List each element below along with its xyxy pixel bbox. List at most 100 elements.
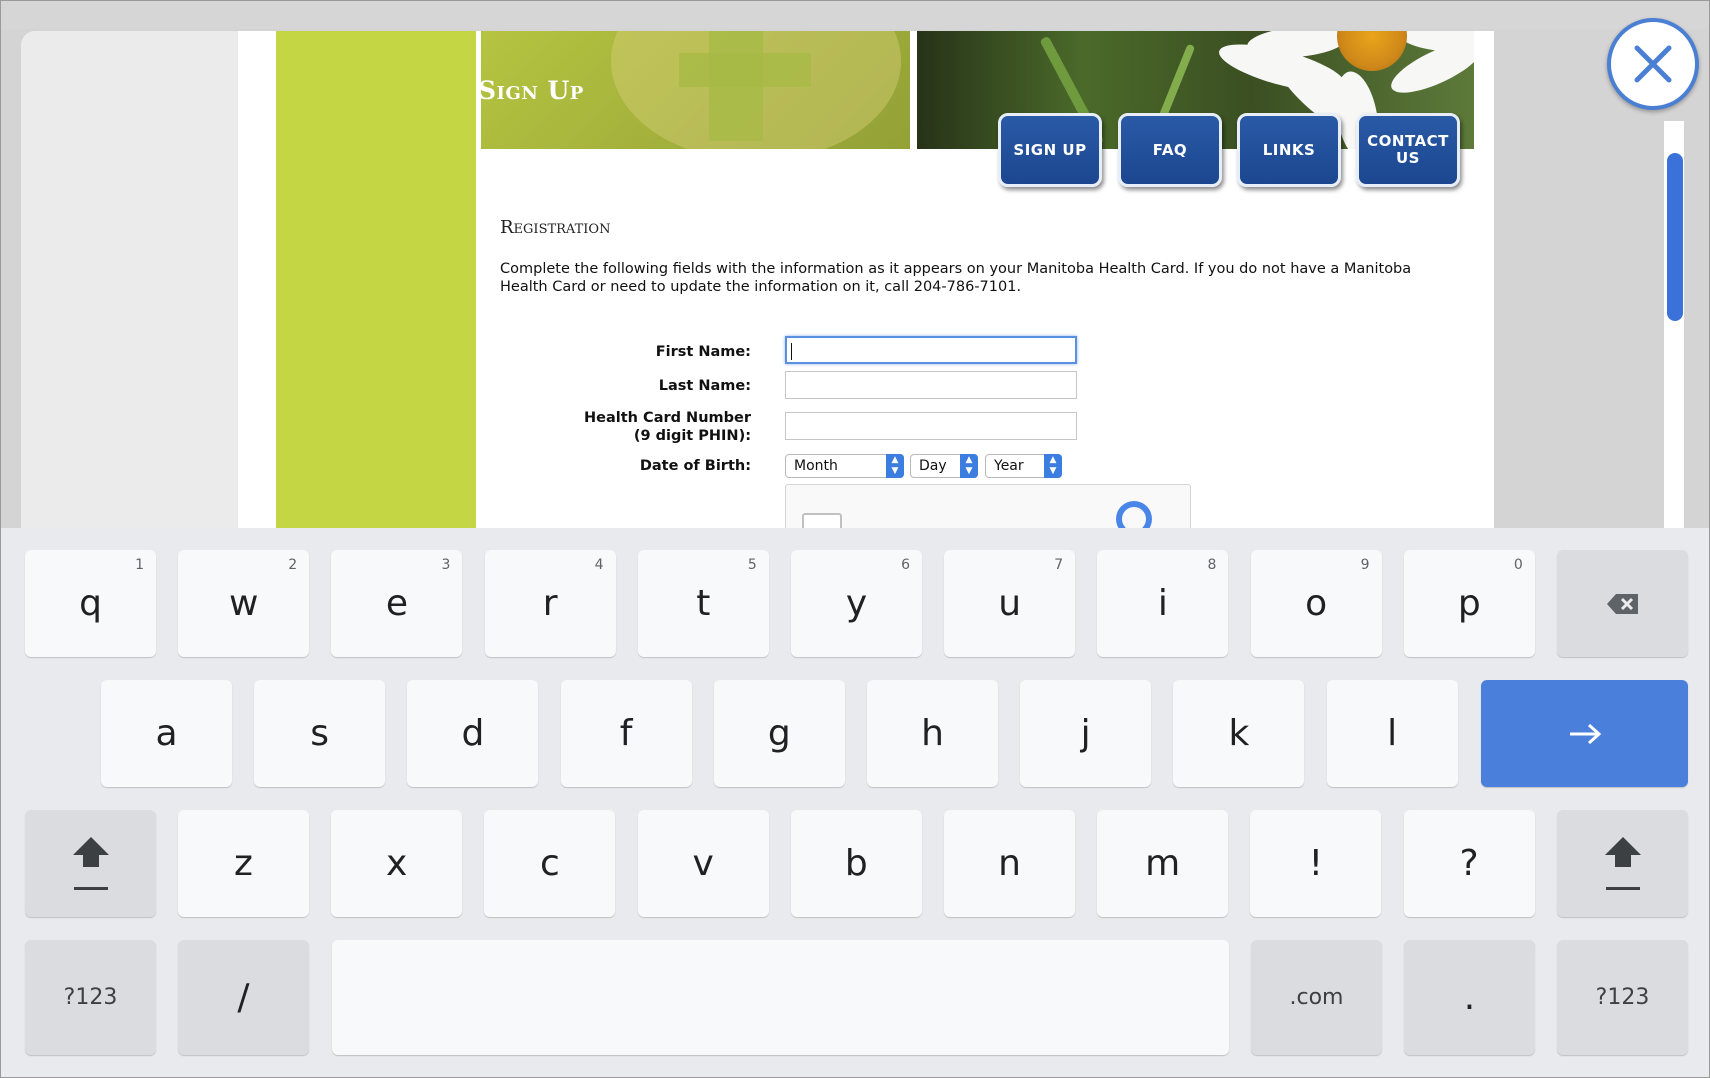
key-d[interactable]: d — [407, 680, 539, 787]
symbols-key-right[interactable]: ?123 — [1557, 940, 1688, 1055]
key-label: h — [921, 713, 944, 754]
key-v[interactable]: v — [637, 810, 769, 917]
key-label: k — [1228, 713, 1250, 754]
key-label: f — [619, 713, 633, 754]
web-page: Sign Up SIGN UP FAQ LINKS CONTACT US Regi… — [238, 31, 1494, 531]
key-label: e — [385, 583, 408, 624]
select-arrows-icon: ▲ ▼ — [886, 454, 904, 478]
key-label: p — [1457, 583, 1481, 624]
dotcom-key[interactable]: .com — [1251, 940, 1382, 1055]
key-i[interactable]: i8 — [1097, 550, 1229, 657]
key-label: s — [310, 713, 330, 754]
green-sidebar — [276, 31, 476, 531]
section-title: Registration — [500, 217, 611, 238]
key-label: d — [461, 713, 485, 754]
arrow-right-icon — [1569, 723, 1601, 744]
key-label: i — [1157, 583, 1168, 624]
key-p[interactable]: p0 — [1403, 550, 1535, 657]
key-g[interactable]: g — [713, 680, 845, 787]
shift-key-left[interactable] — [25, 810, 156, 917]
webview-modal: Sign Up SIGN UP FAQ LINKS CONTACT US Regi… — [21, 31, 1494, 531]
nav-links[interactable]: LINKS — [1237, 113, 1341, 187]
text-caret — [791, 343, 792, 360]
key-hint: 8 — [1207, 557, 1217, 573]
key-label: n — [998, 843, 1021, 884]
key-label: v — [692, 843, 714, 884]
key-label: r — [542, 583, 558, 624]
backspace-key[interactable] — [1557, 550, 1688, 657]
key-question[interactable]: ? — [1403, 810, 1535, 917]
key-w[interactable]: w2 — [178, 550, 310, 657]
key-label: z — [234, 843, 253, 884]
key-u[interactable]: u7 — [944, 550, 1076, 657]
key-label: q — [79, 583, 102, 624]
key-label: x — [386, 843, 408, 884]
key-hint: 7 — [1054, 557, 1064, 573]
key-n[interactable]: n — [944, 810, 1075, 917]
last-name-field[interactable] — [785, 371, 1077, 399]
key-k[interactable]: k — [1173, 680, 1305, 787]
shift-key-right[interactable] — [1557, 810, 1688, 917]
key-a[interactable]: a — [101, 680, 232, 787]
key-l[interactable]: l — [1326, 680, 1458, 787]
key-label: c — [539, 843, 560, 884]
key-m[interactable]: m — [1097, 810, 1229, 917]
key-label: l — [1387, 713, 1398, 754]
key-label: b — [844, 843, 868, 884]
top-bar — [1, 1, 1709, 29]
key-c[interactable]: c — [484, 810, 616, 917]
select-arrows-icon: ▲ ▼ — [960, 454, 978, 478]
key-b[interactable]: b — [790, 810, 922, 917]
key-o[interactable]: o9 — [1250, 550, 1382, 657]
symbols-key-left[interactable]: ?123 — [25, 940, 156, 1055]
key-s[interactable]: s — [254, 680, 386, 787]
header-title: Sign Up — [478, 76, 584, 105]
nav-contact-us[interactable]: CONTACT US — [1356, 113, 1460, 187]
key-t[interactable]: t5 — [637, 550, 769, 657]
month-select[interactable]: Month ▲ ▼ — [785, 454, 904, 478]
key-h[interactable]: h — [867, 680, 998, 787]
flower-image — [1337, 31, 1407, 71]
space-key[interactable] — [332, 940, 1229, 1055]
key-j[interactable]: j — [1020, 680, 1152, 787]
scrollbar-thumb[interactable] — [1667, 153, 1683, 321]
recaptcha-widget — [785, 484, 1191, 531]
key-f[interactable]: f — [560, 680, 692, 787]
key-label: m — [1145, 843, 1181, 884]
last-name-label: Last Name: — [658, 378, 751, 394]
enter-key[interactable] — [1481, 680, 1688, 787]
dob-label: Date of Birth: — [639, 458, 751, 474]
key-label: w — [228, 583, 259, 624]
key-q[interactable]: q1 — [25, 550, 156, 657]
key-exclamation[interactable]: ! — [1250, 810, 1382, 917]
key-label: j — [1080, 713, 1091, 754]
shift-icon — [1604, 836, 1641, 890]
health-card-label: Health Card Number (9 digit PHIN): — [584, 410, 751, 444]
key-x[interactable]: x — [331, 810, 463, 917]
period-key[interactable]: . — [1404, 940, 1535, 1055]
close-icon — [1634, 45, 1672, 83]
app-frame: Sign Up SIGN UP FAQ LINKS CONTACT US Regi… — [0, 0, 1710, 1078]
recaptcha-icon — [1116, 501, 1152, 531]
intro-text: Complete the following fields with the i… — [500, 261, 1412, 295]
key-hint: 2 — [288, 557, 298, 573]
day-select[interactable]: Day ▲ ▼ — [910, 454, 978, 478]
key-label: ! — [1308, 843, 1324, 884]
close-button[interactable] — [1607, 18, 1699, 110]
key-hint: 4 — [594, 557, 604, 573]
key-y[interactable]: y6 — [791, 550, 922, 657]
key-hint: 1 — [135, 557, 144, 573]
first-name-field[interactable] — [785, 336, 1077, 364]
nav-faq[interactable]: FAQ — [1118, 113, 1222, 187]
key-e[interactable]: e3 — [331, 550, 463, 657]
nav-sign-up[interactable]: SIGN UP — [998, 113, 1102, 187]
onscreen-keyboard: q 1 w 2 e 3 r 4 t 5 y 6 u 7 i 8 o 9 p 0 a s d f g h j k l z x c v b n m!? — [1, 528, 1709, 1077]
slash-key[interactable]: / — [178, 940, 309, 1055]
key-r[interactable]: r4 — [484, 550, 616, 657]
key-hint: 9 — [1360, 557, 1370, 573]
key-z[interactable]: z — [178, 810, 309, 917]
health-card-field[interactable] — [785, 412, 1077, 440]
key-label: a — [155, 713, 178, 754]
year-select[interactable]: Year ▲ ▼ — [985, 454, 1062, 478]
key-label: ? — [1459, 843, 1479, 884]
